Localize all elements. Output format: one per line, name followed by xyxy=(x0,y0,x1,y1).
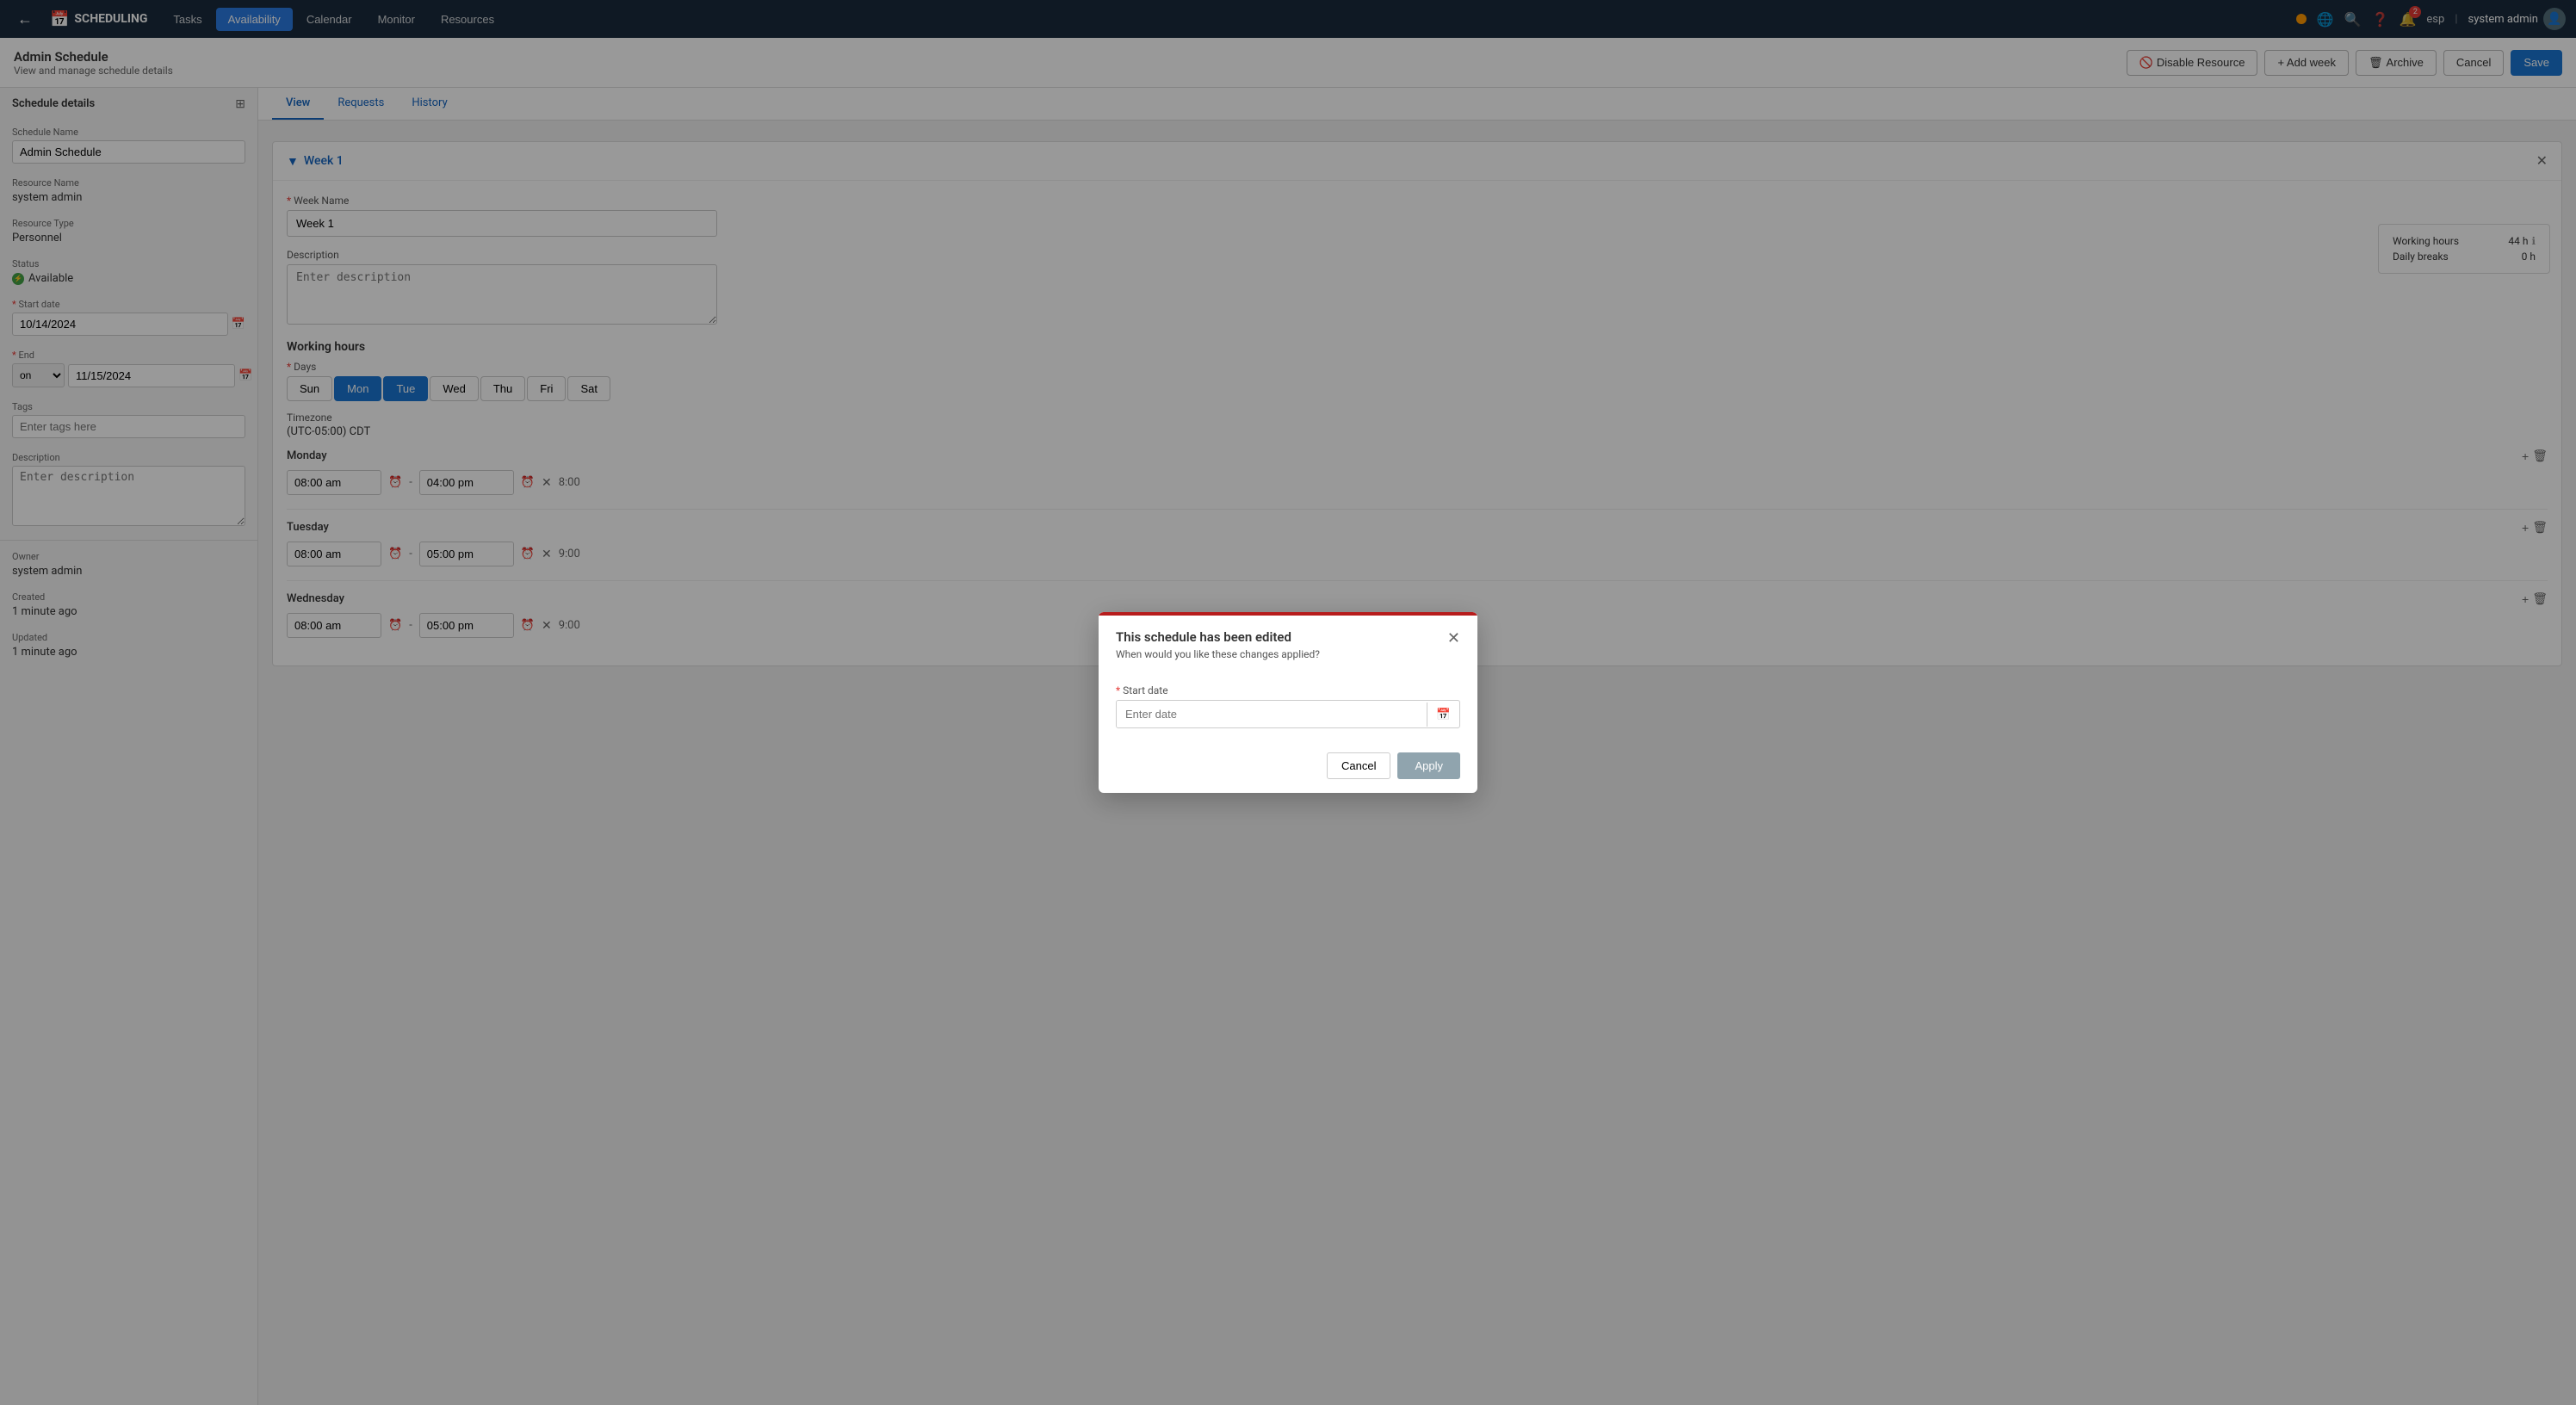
modal-calendar-button[interactable]: 📅 xyxy=(1427,702,1459,727)
modal-footer: Cancel Apply xyxy=(1099,742,1477,793)
modal-apply-button[interactable]: Apply xyxy=(1397,752,1460,779)
modal-overlay: This schedule has been edited When would… xyxy=(0,0,2576,1405)
modal-header-content: This schedule has been edited When would… xyxy=(1116,629,1320,660)
modal-subtitle: When would you like these changes applie… xyxy=(1116,648,1320,660)
modal-close-button[interactable]: ✕ xyxy=(1447,629,1460,647)
modal-cancel-button[interactable]: Cancel xyxy=(1327,752,1390,779)
modal-title: This schedule has been edited xyxy=(1116,629,1320,645)
modal-dialog: This schedule has been edited When would… xyxy=(1099,612,1477,793)
modal-date-input-wrap: 📅 xyxy=(1116,700,1460,728)
modal-start-date-label: * Start date xyxy=(1116,684,1460,696)
modal-date-input[interactable] xyxy=(1117,701,1427,727)
modal-body: * Start date 📅 xyxy=(1099,671,1477,742)
